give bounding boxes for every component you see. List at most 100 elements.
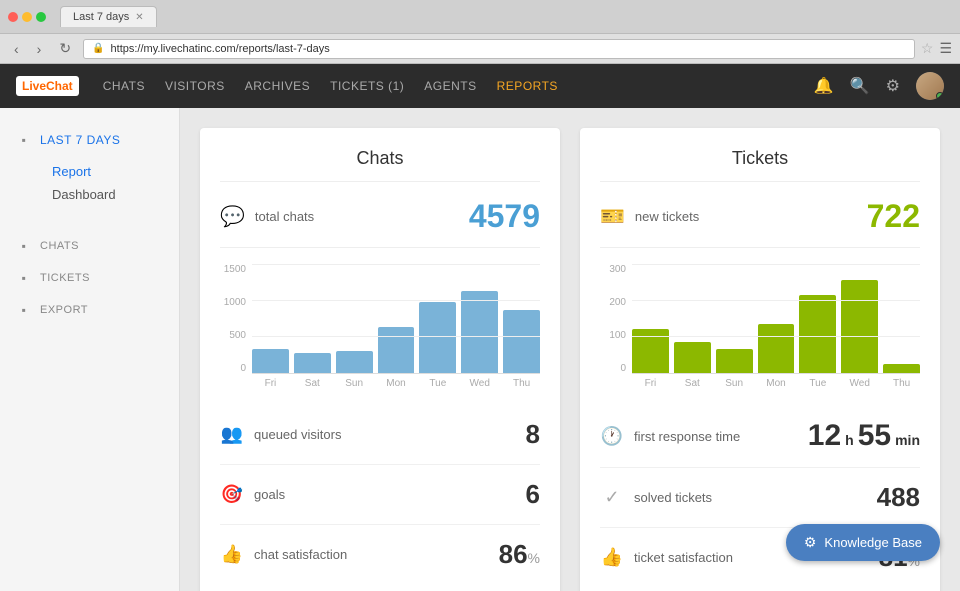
chat-satisfaction-icon: 👍 xyxy=(220,544,244,565)
bar-sun-chats xyxy=(336,351,373,373)
avatar[interactable] xyxy=(916,72,944,100)
bar-tue-chats xyxy=(419,302,456,373)
chats-card-title: Chats xyxy=(220,148,540,182)
x-sun-chats: Sun xyxy=(336,378,373,389)
y-label-1500: 1500 xyxy=(220,264,246,275)
nav-bar: ‹ › ↻ 🔒 https://my.livechatinc.com/repor… xyxy=(0,34,960,64)
logo[interactable]: LiveChat xyxy=(16,76,79,96)
hours-unit: h xyxy=(845,432,854,448)
sidebar-last7days[interactable]: ▪ LAST 7 DAYS xyxy=(0,124,179,156)
ty-label-300: 300 xyxy=(600,264,626,275)
chat-bubble-icon: 💬 xyxy=(220,204,245,229)
sidebar-report[interactable]: Report xyxy=(36,160,179,183)
chats-chart: 1500 1000 500 0 xyxy=(220,264,540,389)
y-label-500: 500 xyxy=(220,330,246,341)
sidebar-section-last7days: ▪ LAST 7 DAYS Report Dashboard xyxy=(0,124,179,210)
forward-button[interactable]: › xyxy=(31,39,48,59)
bar-mon-chats xyxy=(378,327,415,373)
knowledge-base-button[interactable]: ⚙ Knowledge Base xyxy=(786,524,940,561)
logo-chat: Chat xyxy=(46,79,73,93)
back-button[interactable]: ‹ xyxy=(8,39,25,59)
checkmark-icon: ✓ xyxy=(600,487,624,508)
nav-visitors[interactable]: VISITORS xyxy=(165,79,225,93)
kb-icon: ⚙ xyxy=(804,534,817,551)
goals-label: goals xyxy=(254,487,516,502)
tx-sat: Sat xyxy=(674,378,711,389)
total-chats-value: 4579 xyxy=(469,198,540,235)
menu-icon[interactable]: ☰ xyxy=(939,40,952,57)
url-text: https://my.livechatinc.com/reports/last-… xyxy=(111,43,330,55)
tickets-nav-icon: ▪ xyxy=(16,270,32,286)
x-sat-chats: Sat xyxy=(294,378,331,389)
lock-icon: 🔒 xyxy=(92,43,104,54)
kb-label: Knowledge Base xyxy=(824,535,922,550)
tickets-chart-area: Fri Sat Sun Mon Tue Wed Thu xyxy=(632,264,920,389)
sidebar-chats[interactable]: ▪ CHATS xyxy=(0,230,179,262)
nav-chats[interactable]: CHATS xyxy=(103,79,145,93)
sidebar-tickets-label: TICKETS xyxy=(40,272,90,284)
chat-satisfaction-row: 👍 chat satisfaction 86% xyxy=(220,525,540,584)
tgrid-line-top xyxy=(632,264,920,265)
x-wed-chats: Wed xyxy=(461,378,498,389)
address-bar[interactable]: 🔒 https://my.livechatinc.com/reports/las… xyxy=(83,39,915,59)
nav-items: CHATS VISITORS ARCHIVES TICKETS (1) AGEN… xyxy=(103,79,558,93)
bell-icon[interactable]: 🔔 xyxy=(814,76,834,96)
ty-label-0: 0 xyxy=(600,363,626,374)
y-label-1000: 1000 xyxy=(220,297,246,308)
x-fri-chats: Fri xyxy=(252,378,289,389)
chats-y-axis: 1500 1000 500 0 xyxy=(220,264,252,374)
logo-live: Live xyxy=(22,79,46,93)
bar-thu-tickets xyxy=(883,364,920,373)
sidebar-export-label: EXPORT xyxy=(40,304,88,316)
tickets-card: Tickets 🎫 new tickets 722 300 200 100 0 xyxy=(580,128,940,591)
gear-icon[interactable]: ⚙ xyxy=(886,76,900,96)
nav-tickets[interactable]: TICKETS (1) xyxy=(330,79,404,93)
close-dot[interactable] xyxy=(8,12,18,22)
nav-reports[interactable]: REPORTS xyxy=(497,79,558,93)
sidebar-dashboard[interactable]: Dashboard xyxy=(36,183,179,206)
tab-close-icon[interactable]: ✕ xyxy=(135,12,143,23)
tickets-x-axis: Fri Sat Sun Mon Tue Wed Thu xyxy=(632,378,920,389)
minimize-dot[interactable] xyxy=(22,12,32,22)
queued-visitors-value: 8 xyxy=(526,419,540,450)
goals-icon: 🎯 xyxy=(220,484,244,505)
bar-sat-chats xyxy=(294,353,331,373)
export-nav-icon: ▪ xyxy=(16,302,32,318)
chat-satisfaction-value: 86% xyxy=(499,539,540,570)
x-thu-chats: Thu xyxy=(503,378,540,389)
x-tue-chats: Tue xyxy=(419,378,456,389)
first-response-row: 🕐 first response time 12 h 55 min xyxy=(600,405,920,468)
chat-satisfaction-suffix: % xyxy=(528,550,540,566)
grid-line-mid1 xyxy=(252,300,540,301)
sidebar: ▪ LAST 7 DAYS Report Dashboard ▪ CHATS ▪… xyxy=(0,108,180,591)
sidebar-export[interactable]: ▪ EXPORT xyxy=(0,294,179,326)
response-minutes: 55 xyxy=(858,419,891,453)
sidebar-sub-menu: Report Dashboard xyxy=(0,156,179,210)
queued-visitors-row: 👥 queued visitors 8 xyxy=(220,405,540,465)
chats-x-axis: Fri Sat Sun Mon Tue Wed Thu xyxy=(252,378,540,389)
reload-button[interactable]: ↻ xyxy=(53,38,77,59)
sidebar-tickets[interactable]: ▪ TICKETS xyxy=(0,262,179,294)
online-indicator xyxy=(936,92,944,100)
grid-line-top xyxy=(252,264,540,265)
tab-title: Last 7 days xyxy=(73,11,129,23)
ticket-icon: 🎫 xyxy=(600,204,625,229)
nav-agents[interactable]: AGENTS xyxy=(424,79,476,93)
maximize-dot[interactable] xyxy=(36,12,46,22)
bookmark-icon[interactable]: ☆ xyxy=(921,40,934,57)
chats-card: Chats 💬 total chats 4579 1500 1000 500 0 xyxy=(200,128,560,591)
new-tickets-value: 722 xyxy=(867,198,920,235)
tickets-metric-header: 🎫 new tickets 722 xyxy=(600,198,920,248)
nav-archives[interactable]: ARCHIVES xyxy=(245,79,310,93)
goals-value: 6 xyxy=(526,479,540,510)
first-response-label: first response time xyxy=(634,429,798,444)
queued-visitors-label: queued visitors xyxy=(254,427,516,442)
total-chats-label: total chats xyxy=(255,209,459,224)
bar-wed-tickets xyxy=(841,280,878,373)
browser-tab[interactable]: Last 7 days ✕ xyxy=(60,6,157,27)
chat-satisfaction-label: chat satisfaction xyxy=(254,547,489,562)
search-icon[interactable]: 🔍 xyxy=(850,76,870,96)
bar-sun-tickets xyxy=(716,349,753,373)
tgrid-line-mid2 xyxy=(632,336,920,337)
clock-icon: 🕐 xyxy=(600,426,624,447)
